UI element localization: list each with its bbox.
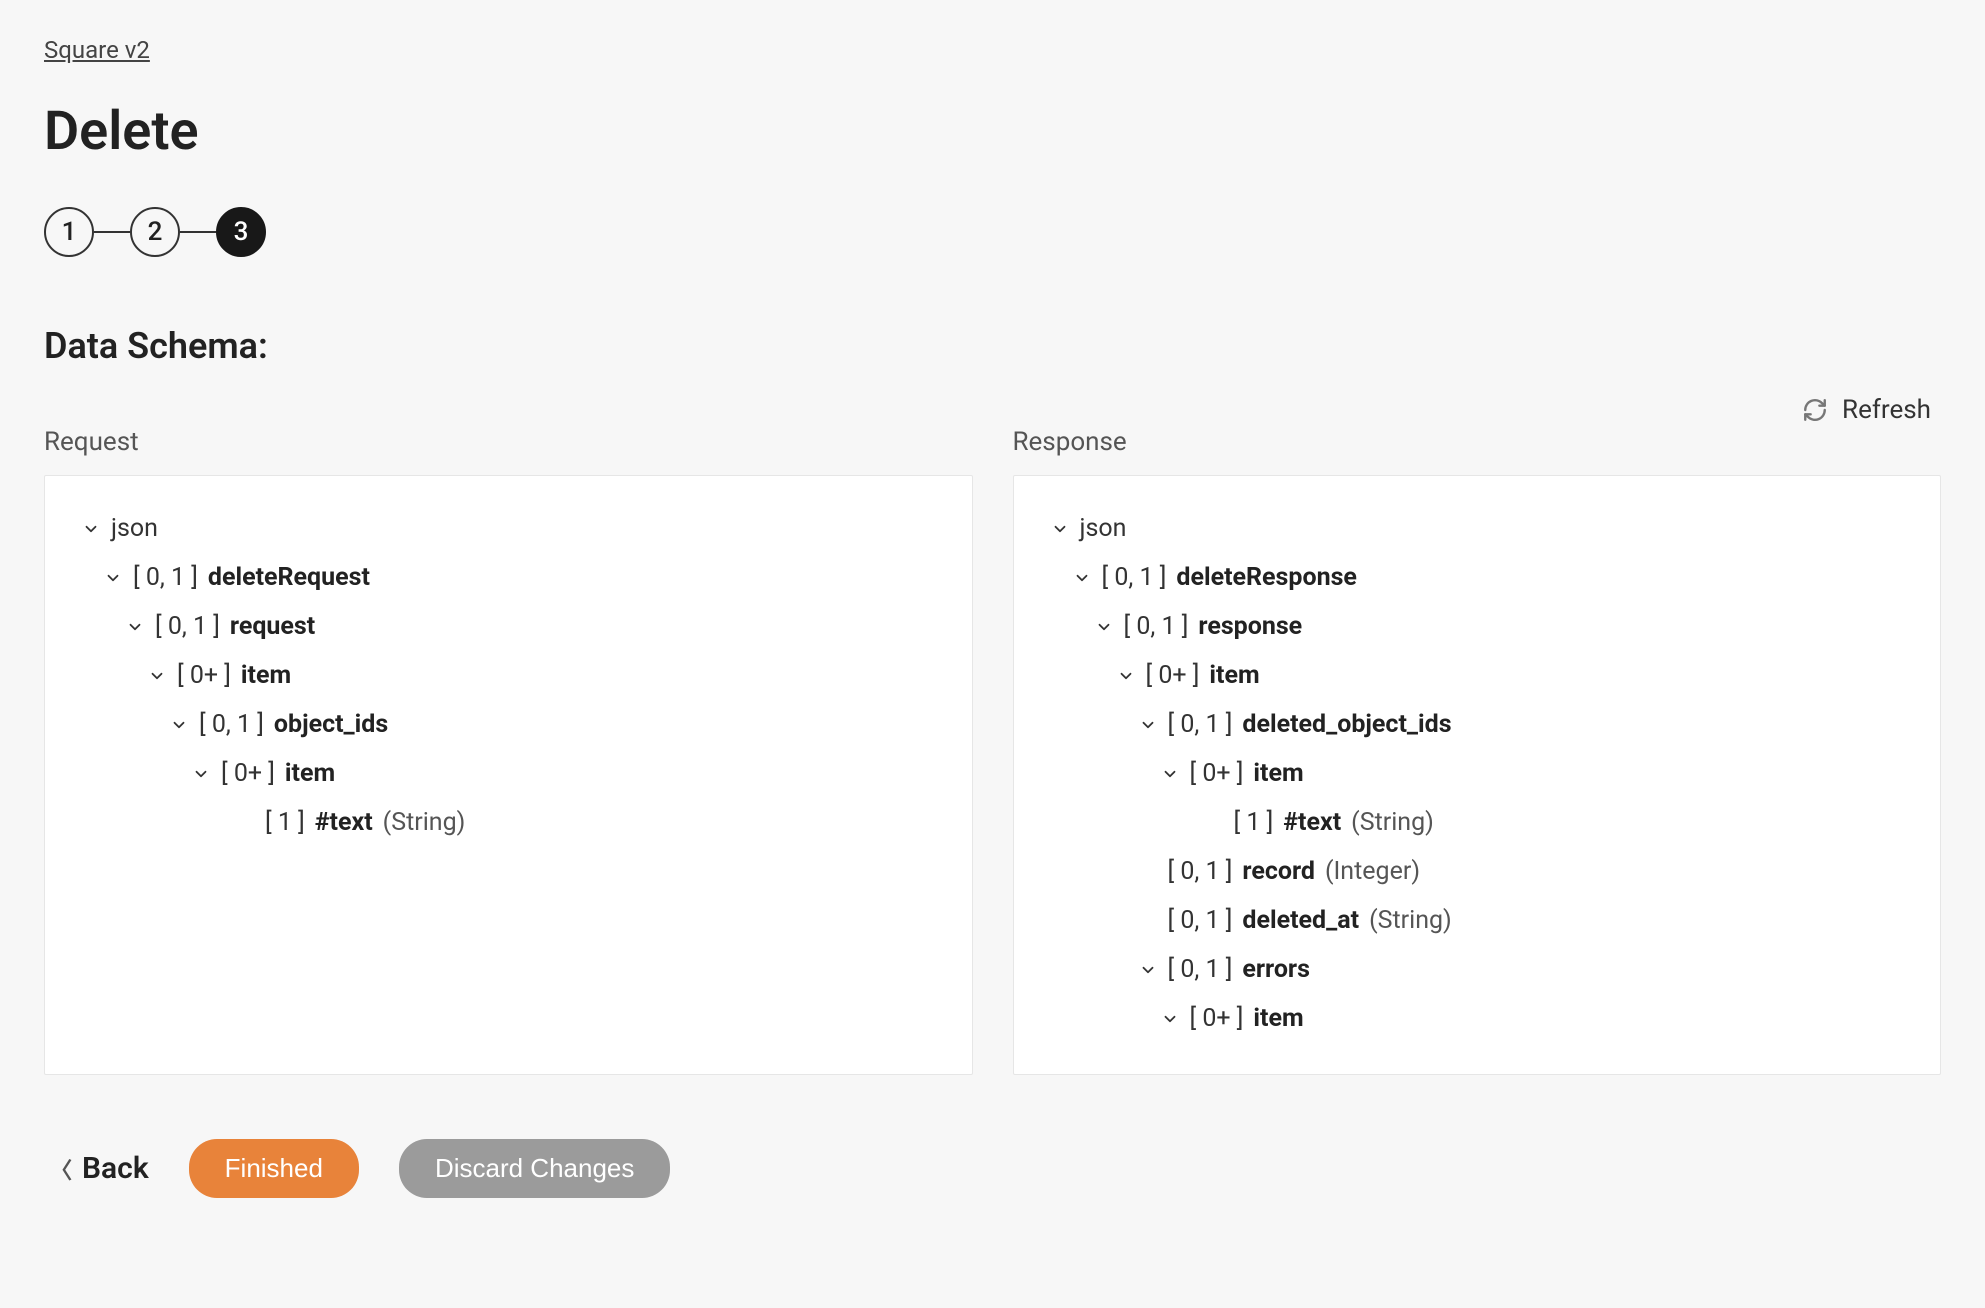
cardinality-label: [ 0, 1 ] <box>1168 857 1233 886</box>
response-panel: json[ 0, 1 ] deleteResponse[ 0, 1 ] resp… <box>1013 475 1942 1075</box>
step-connector <box>94 231 130 233</box>
step-1[interactable]: 1 <box>44 207 94 257</box>
chevron-down-icon[interactable] <box>191 765 211 783</box>
request-tree-row[interactable]: [ 0+ ] item <box>81 749 936 798</box>
step-connector <box>180 231 216 233</box>
finished-button[interactable]: Finished <box>189 1139 359 1198</box>
node-name: deleted_object_ids <box>1242 710 1451 739</box>
response-tree-row[interactable]: [ 0, 1 ] deleted_at (String) <box>1050 896 1905 945</box>
cardinality-label: [ 0, 1 ] <box>1168 710 1233 739</box>
node-name: response <box>1198 612 1302 641</box>
response-tree-row[interactable]: [ 0, 1 ] errors <box>1050 945 1905 994</box>
request-panel: json[ 0, 1 ] deleteRequest[ 0, 1 ] reque… <box>44 475 973 1075</box>
chevron-down-icon[interactable] <box>147 667 167 685</box>
chevron-down-icon[interactable] <box>1116 667 1136 685</box>
refresh-button[interactable]: Refresh <box>1842 395 1931 425</box>
chevron-down-icon[interactable] <box>1138 716 1158 734</box>
node-type: (String) <box>383 808 466 837</box>
response-tree-row[interactable]: [ 1 ] #text (String) <box>1050 798 1905 847</box>
cardinality-label: [ 0, 1 ] <box>1124 612 1189 641</box>
cardinality-label: [ 0+ ] <box>1190 1004 1244 1033</box>
cardinality-label: [ 0+ ] <box>1146 661 1200 690</box>
chevron-left-icon: 〈 <box>50 1153 72 1185</box>
response-tree-row[interactable]: json <box>1050 504 1905 553</box>
request-tree-row[interactable]: [ 0, 1 ] request <box>81 602 936 651</box>
node-name: json <box>1080 514 1127 543</box>
node-name: #text <box>315 808 373 837</box>
chevron-down-icon[interactable] <box>103 569 123 587</box>
response-tree-row[interactable]: [ 0+ ] item <box>1050 749 1905 798</box>
chevron-down-icon[interactable] <box>169 716 189 734</box>
discard-changes-button[interactable]: Discard Changes <box>399 1139 670 1198</box>
node-name: deleted_at <box>1242 906 1359 935</box>
node-type: (Integer) <box>1325 857 1420 886</box>
node-name: record <box>1242 857 1315 886</box>
back-label: Back <box>82 1151 149 1186</box>
breadcrumb-link[interactable]: Square v2 <box>44 36 150 64</box>
cardinality-label: [ 0, 1 ] <box>1168 955 1233 984</box>
node-name: object_ids <box>274 710 388 739</box>
node-name: item <box>241 661 291 690</box>
cardinality-label: [ 0, 1 ] <box>133 563 198 592</box>
page-title: Delete <box>44 100 1941 163</box>
response-tree-row[interactable]: [ 0, 1 ] response <box>1050 602 1905 651</box>
node-name: item <box>1253 1004 1303 1033</box>
chevron-down-icon[interactable] <box>1072 569 1092 587</box>
node-name: errors <box>1242 955 1310 984</box>
request-tree-row[interactable]: [ 0, 1 ] deleteRequest <box>81 553 936 602</box>
node-name: item <box>1253 759 1303 788</box>
request-tree-row[interactable]: json <box>81 504 936 553</box>
cardinality-label: [ 0, 1 ] <box>1102 563 1167 592</box>
section-title: Data Schema: <box>44 325 1941 367</box>
request-column-label: Request <box>44 427 973 457</box>
chevron-down-icon[interactable] <box>1094 618 1114 636</box>
cardinality-label: [ 0+ ] <box>1190 759 1244 788</box>
response-tree-row[interactable]: [ 0, 1 ] record (Integer) <box>1050 847 1905 896</box>
cardinality-label: [ 0+ ] <box>221 759 275 788</box>
cardinality-label: [ 1 ] <box>265 808 305 837</box>
cardinality-label: [ 0, 1 ] <box>199 710 264 739</box>
node-name: request <box>230 612 315 641</box>
response-tree-row[interactable]: [ 0+ ] item <box>1050 994 1905 1043</box>
cardinality-label: [ 1 ] <box>1234 808 1274 837</box>
node-name: json <box>111 514 158 543</box>
node-type: (String) <box>1369 906 1452 935</box>
node-name: deleteResponse <box>1176 563 1357 592</box>
stepper: 123 <box>44 207 1941 257</box>
node-type: (String) <box>1351 808 1434 837</box>
cardinality-label: [ 0, 1 ] <box>1168 906 1233 935</box>
node-name: #text <box>1283 808 1341 837</box>
node-name: deleteRequest <box>208 563 370 592</box>
chevron-down-icon[interactable] <box>125 618 145 636</box>
request-tree-row[interactable]: [ 0+ ] item <box>81 651 936 700</box>
cardinality-label: [ 0, 1 ] <box>155 612 220 641</box>
response-tree-row[interactable]: [ 0+ ] item <box>1050 651 1905 700</box>
request-tree-row[interactable]: [ 1 ] #text (String) <box>81 798 936 847</box>
step-2[interactable]: 2 <box>130 207 180 257</box>
chevron-down-icon[interactable] <box>1050 520 1070 538</box>
node-name: item <box>1209 661 1259 690</box>
step-3[interactable]: 3 <box>216 207 266 257</box>
chevron-down-icon[interactable] <box>81 520 101 538</box>
response-tree-row[interactable]: [ 0, 1 ] deleted_object_ids <box>1050 700 1905 749</box>
response-tree-row[interactable]: [ 0, 1 ] deleteResponse <box>1050 553 1905 602</box>
node-name: item <box>285 759 335 788</box>
request-tree-row[interactable]: [ 0, 1 ] object_ids <box>81 700 936 749</box>
response-column-label: Response <box>1013 427 1942 457</box>
chevron-down-icon[interactable] <box>1160 1010 1180 1028</box>
back-button[interactable]: 〈 Back <box>50 1151 149 1186</box>
cardinality-label: [ 0+ ] <box>177 661 231 690</box>
chevron-down-icon[interactable] <box>1138 961 1158 979</box>
refresh-icon[interactable] <box>1802 397 1828 423</box>
chevron-down-icon[interactable] <box>1160 765 1180 783</box>
